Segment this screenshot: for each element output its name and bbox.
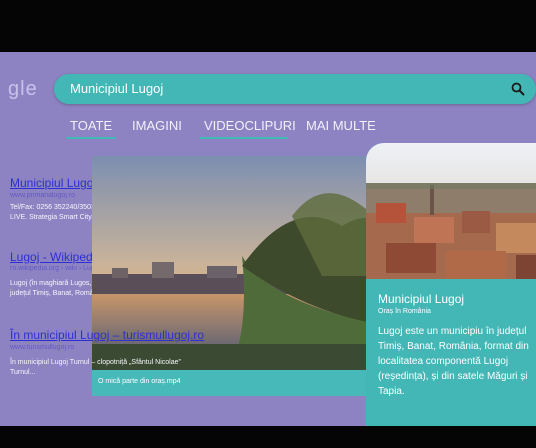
tab-mai-multe[interactable]: MAI MULTE <box>306 118 376 133</box>
tab-label: MAI MULTE <box>306 118 376 133</box>
result-url-1: www.primarialugoj.ro <box>10 192 75 199</box>
result-url-3: www.turismullugoj.ro <box>10 344 75 351</box>
search-bar[interactable]: Municipiul Lugoj <box>54 74 536 104</box>
result-snippet-3: În municipiul Lugoj Turnul – clopotniță … <box>10 359 181 376</box>
kp-description: Lugoj este un municipiu în județul Timiș… <box>378 326 529 397</box>
search-input[interactable]: Municipiul Lugoj <box>70 81 163 96</box>
tab-label: TOATE <box>70 118 113 133</box>
tab-label: VIDEOCLIPURI <box>204 118 296 133</box>
tab-hover-indicator <box>200 137 288 139</box>
tab-active-indicator <box>66 137 116 139</box>
tab-toate[interactable]: TOATE <box>66 118 116 139</box>
video-caption: O mică parte din oraș.mp4 <box>98 378 181 385</box>
magnifier-icon[interactable] <box>510 81 526 97</box>
knowledge-panel: Municipiul Lugoj Oraș în România Lugoj e… <box>366 143 536 426</box>
kp-title: Municipiul Lugoj <box>378 292 465 306</box>
result-title-2[interactable]: Lugoj - Wikipedia <box>10 250 102 264</box>
city-aerial-image <box>366 143 536 279</box>
tab-videoclipuri[interactable]: VIDEOCLIPURI <box>200 118 296 139</box>
logo: gle <box>8 78 38 100</box>
result-url-2: ro.wikipedia.org › wiki › Lugoj <box>10 265 101 272</box>
tab-imagini[interactable]: IMAGINI <box>132 118 182 133</box>
letterbox-top <box>0 0 536 52</box>
tab-label: IMAGINI <box>132 118 182 133</box>
kp-subtitle: Oraș în România <box>378 308 431 315</box>
result-title-3[interactable]: În municipiul Lugoj – turismullugoj.ro <box>10 328 204 342</box>
search-results-page: gle Municipiul Lugoj TOATE IMAGINI VIDEO… <box>0 52 536 426</box>
letterbox-bottom <box>0 426 536 448</box>
